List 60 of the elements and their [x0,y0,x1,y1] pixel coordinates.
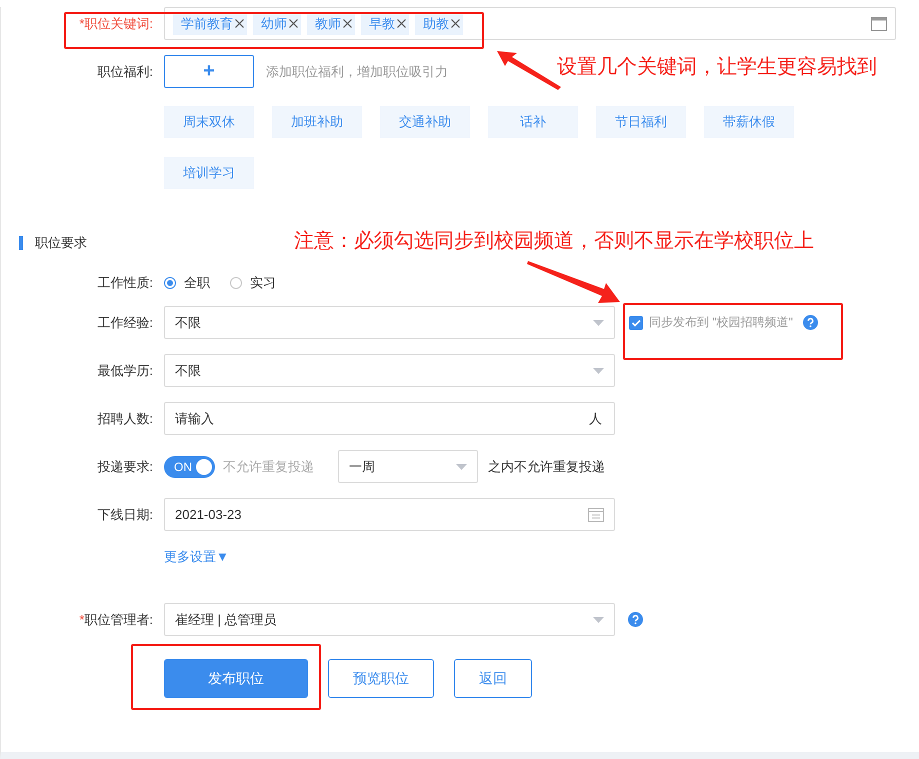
unit-text: 人 [589,410,602,428]
caret-down-icon [593,616,604,622]
calendar-icon [588,508,604,522]
toggle-switch[interactable]: ON [164,456,215,478]
field-label: *职位管理者: [79,612,153,626]
welfare-option[interactable]: 带薪休假 [704,106,794,138]
keyword-tag[interactable]: 幼师 [253,12,301,34]
keyword-tag[interactable]: 学前教育 [173,12,247,34]
caret-down-icon [456,464,467,470]
remove-icon[interactable] [451,19,460,28]
toggle-note: 不允许重复投递 [223,458,314,476]
date-field[interactable]: 2021-03-23 [164,498,615,531]
caret-down-icon [593,368,604,374]
field-label: 招聘人数: [97,410,153,426]
welfare-option[interactable]: 加班补助 [272,106,362,138]
field-label: 下线日期: [97,506,153,522]
section-title: 职位要求 [35,234,87,252]
keyword-field[interactable]: 学前教育 幼师 教师 早教 助教 [164,7,896,40]
field-label: 工作性质: [97,275,153,290]
publish-button[interactable]: 发布职位 [164,659,308,698]
suffix-text: 之内不允许重复投递 [488,458,605,476]
checkbox[interactable] [629,316,643,330]
keyword-tag[interactable]: 早教 [361,12,409,34]
help-icon[interactable] [628,612,643,627]
window-icon [871,16,887,30]
field-label: *职位关键词: [79,16,153,30]
more-settings-link[interactable]: 更多设置▼ [164,548,229,566]
radio-label[interactable]: 全职 [184,274,210,292]
select-field[interactable]: 不限 [164,306,615,339]
help-icon[interactable] [802,315,818,330]
welfare-option[interactable]: 周末双休 [164,106,254,138]
action-button[interactable]: 返回 [454,659,532,698]
select-field[interactable]: 一周 [338,450,478,483]
add-welfare-button[interactable]: + [164,55,254,88]
welfare-option[interactable]: 培训学习 [164,157,254,189]
remove-icon[interactable] [343,19,352,28]
remove-icon[interactable] [397,19,406,28]
welfare-option[interactable]: 交通补助 [380,106,470,138]
remove-icon[interactable] [235,19,244,28]
welfare-option[interactable]: 节日福利 [596,106,686,138]
hint-text: 添加职位福利，增加职位吸引力 [266,62,448,80]
select-field[interactable]: 不限 [164,354,615,387]
remove-icon[interactable] [289,19,298,28]
input-field[interactable]: 请输入 人 [164,402,615,435]
field-label: 最低学历: [97,362,153,378]
annotation-text: 设置几个关键词，让学生更容易找到 [557,55,878,80]
annotation-text: 注意：必须勾选同步到校园频道，否则不显示在学校职位上 [294,229,815,254]
radio-button[interactable] [230,277,242,289]
keyword-tag[interactable]: 教师 [307,12,355,34]
radio-label[interactable]: 实习 [250,274,276,292]
radio-button[interactable] [164,277,176,289]
action-button[interactable]: 预览职位 [328,659,434,698]
field-label: 工作经验: [97,314,153,330]
field-label: 投递要求: [97,458,153,474]
field-label: 职位福利: [97,64,153,78]
welfare-option[interactable]: 话补 [488,106,578,138]
caret-down-icon [593,320,604,326]
select-field[interactable]: 崔经理 | 总管理员 [164,603,615,636]
checkbox-label[interactable]: 同步发布到 "校园招聘频道" [649,314,793,331]
keyword-tag[interactable]: 助教 [415,12,463,34]
